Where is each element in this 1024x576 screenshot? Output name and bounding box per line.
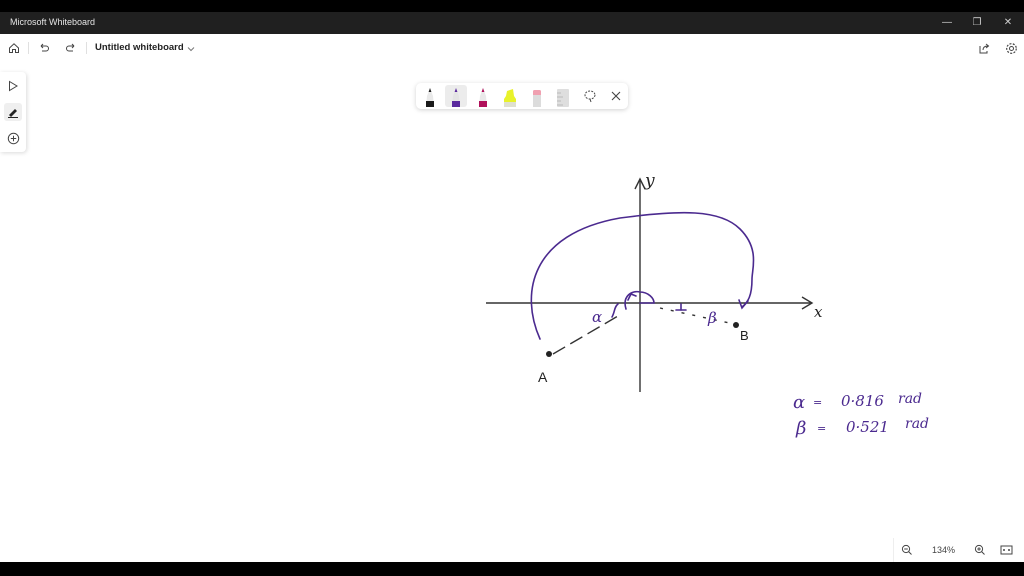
divider — [86, 42, 87, 54]
highlighter-icon — [504, 89, 516, 107]
document-title[interactable]: Untitled whiteboard — [95, 42, 184, 53]
pen-black-button[interactable] — [419, 85, 441, 107]
zoom-in-button[interactable] — [972, 542, 988, 558]
title-bar: Microsoft Whiteboard — ❐ ✕ — [0, 12, 1024, 34]
rotation-arc — [530, 211, 755, 340]
zoom-controls: 134% — [893, 538, 1024, 562]
point-a — [546, 351, 552, 357]
restore-button[interactable]: ❐ — [962, 15, 992, 31]
pen-magenta-icon — [479, 88, 487, 107]
chevron-down-icon[interactable] — [186, 41, 196, 59]
point-a-label: A — [538, 369, 548, 385]
eraser-icon — [533, 90, 541, 107]
point-b — [733, 322, 739, 328]
eraser-button[interactable] — [526, 85, 548, 107]
home-icon[interactable] — [6, 40, 22, 56]
plus-circle-icon — [7, 132, 19, 144]
screen-top-edge — [0, 0, 1024, 12]
close-icon — [611, 91, 621, 101]
close-ink-toolbar-button[interactable] — [605, 85, 627, 107]
pen-black-icon — [426, 88, 434, 107]
left-toolbar — [0, 72, 26, 152]
pointer-icon — [9, 80, 18, 92]
zoom-in-icon — [974, 544, 985, 555]
zoom-level: 134% — [932, 545, 956, 555]
eq-beta-value: 0·521 — [846, 418, 889, 436]
app-header: Untitled whiteboard — [0, 34, 1024, 62]
zoom-out-button[interactable] — [899, 542, 915, 558]
close-window-button[interactable]: ✕ — [993, 15, 1023, 31]
whiteboard-canvas[interactable]: A B x y α β α = 0·816 rad β = 0·521 rad — [0, 34, 1024, 562]
settings-icon[interactable] — [1003, 40, 1019, 56]
whiteboard-app: A B x y α β α = 0·816 rad β = 0·521 rad — [0, 34, 1024, 562]
x-axis-label: x — [814, 303, 823, 321]
pen-magenta-button[interactable] — [472, 85, 494, 107]
ruler-icon — [557, 89, 569, 107]
pen-purple-icon — [452, 88, 460, 107]
minimize-button[interactable]: — — [932, 15, 962, 31]
screen-bottom-edge — [0, 562, 1024, 576]
eq-alpha-equals: = — [813, 396, 822, 409]
fit-to-screen-icon — [1000, 545, 1012, 555]
select-tool-button[interactable] — [4, 77, 22, 95]
eq-beta-unit: rad — [905, 416, 929, 432]
share-icon[interactable] — [976, 40, 992, 56]
equations: α = 0·816 rad β = 0·521 rad — [793, 391, 929, 439]
eq-alpha-symbol: α — [793, 392, 805, 413]
eq-alpha-value: 0·816 — [841, 392, 884, 410]
ink-toolbar — [416, 83, 628, 109]
fit-to-screen-button[interactable] — [998, 542, 1014, 558]
lasso-icon — [584, 90, 596, 103]
ink-tool-button[interactable] — [4, 103, 22, 121]
eq-beta-equals: = — [817, 422, 826, 435]
divider — [28, 42, 29, 54]
pen-icon — [8, 109, 18, 118]
eq-alpha-unit: rad — [898, 391, 922, 407]
zoom-out-icon — [901, 544, 912, 555]
highlighter-yellow-button[interactable] — [499, 85, 521, 107]
undo-icon[interactable] — [36, 40, 52, 56]
line-to-a — [552, 315, 619, 355]
y-axis-label: y — [644, 171, 655, 191]
add-tool-button[interactable] — [4, 129, 22, 147]
app-title: Microsoft Whiteboard — [10, 17, 96, 27]
beta-label: β — [707, 309, 717, 327]
eq-beta-symbol: β — [795, 418, 806, 439]
lasso-select-button[interactable] — [579, 85, 601, 107]
line-to-b — [659, 307, 735, 325]
redo-icon[interactable] — [63, 40, 79, 56]
ruler-button[interactable] — [552, 85, 574, 107]
pen-purple-button[interactable] — [445, 85, 467, 107]
alpha-label: α — [592, 308, 602, 326]
point-b-label: B — [740, 328, 749, 343]
alpha-bracket — [611, 303, 619, 318]
